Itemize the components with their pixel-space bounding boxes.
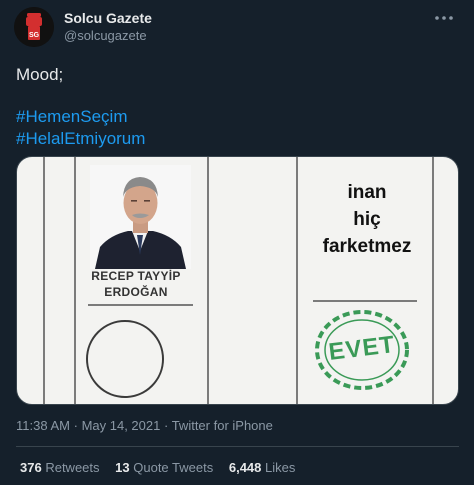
tweet-time[interactable]: 11:38 AM — [16, 418, 70, 433]
account-names: Solcu Gazete @solcugazete — [64, 10, 152, 44]
ballot-line — [296, 157, 298, 404]
svg-text:SG: SG — [29, 32, 40, 39]
tweet-media-image[interactable]: RECEP TAYYİP ERDOĞAN inan hiç farketmez … — [16, 156, 459, 405]
display-name[interactable]: Solcu Gazete — [64, 10, 152, 27]
tweet-text: Mood; #HemenSeçim #HelalEtmiyorum — [16, 64, 145, 150]
ballot-line — [313, 300, 417, 302]
ballot-line — [88, 304, 193, 306]
tweet-meta: 11:38 AM · May 14, 2021 · Twitter for iP… — [16, 417, 273, 434]
evet-stamp: EVET — [312, 306, 412, 394]
meta-separator: · — [73, 418, 78, 433]
caption-line: inan — [347, 182, 387, 203]
hashtag-link[interactable]: #HelalEtmiyorum — [16, 128, 145, 150]
caption-line: farketmez — [322, 236, 412, 257]
more-options-icon[interactable] — [434, 11, 454, 25]
retweets-stat[interactable]: 376 Retweets — [20, 459, 100, 476]
likes-count: 6,448 — [228, 460, 262, 475]
candidate-name-line: RECEP TAYYİP — [91, 269, 181, 283]
candidate-name-line: ERDOĞAN — [104, 285, 168, 299]
account-handle[interactable]: @solcugazete — [64, 27, 152, 44]
meta-separator: · — [163, 418, 169, 433]
tweet-date[interactable]: May 14, 2021 — [82, 418, 161, 433]
tweet-text-line: Mood; — [16, 65, 64, 84]
tweet-stats: 376 Retweets 13 Quote Tweets 6,448 Likes — [20, 459, 307, 476]
tweet-header: SG Solcu Gazete @solcugazete — [14, 7, 460, 47]
tweet-source[interactable]: Twitter for iPhone — [172, 418, 273, 433]
ballot-line — [207, 157, 209, 404]
candidate-photo — [90, 165, 191, 269]
fist-logo-icon: SG — [14, 7, 54, 47]
retweets-label: Retweets — [45, 460, 100, 475]
likes-stat[interactable]: 6,448 Likes — [229, 459, 296, 476]
avatar[interactable]: SG — [14, 7, 54, 47]
hashtag-link[interactable]: #HemenSeçim — [16, 106, 145, 128]
tweet: SG Solcu Gazete @solcugazete Mood; #Heme… — [0, 0, 474, 485]
candidate-name: RECEP TAYYİP ERDOĞAN — [75, 268, 197, 300]
image-caption: inan hiç farketmez — [299, 179, 435, 260]
quote-tweets-stat[interactable]: 13 Quote Tweets — [115, 459, 213, 476]
likes-label: Likes — [265, 460, 296, 475]
quote-tweets-count: 13 — [115, 460, 130, 475]
divider — [16, 446, 459, 447]
caption-line: hiç — [353, 209, 381, 230]
retweets-count: 376 — [20, 460, 42, 475]
vote-circle — [86, 320, 164, 398]
quote-tweets-label: Quote Tweets — [133, 460, 214, 475]
ballot-line — [43, 157, 45, 404]
